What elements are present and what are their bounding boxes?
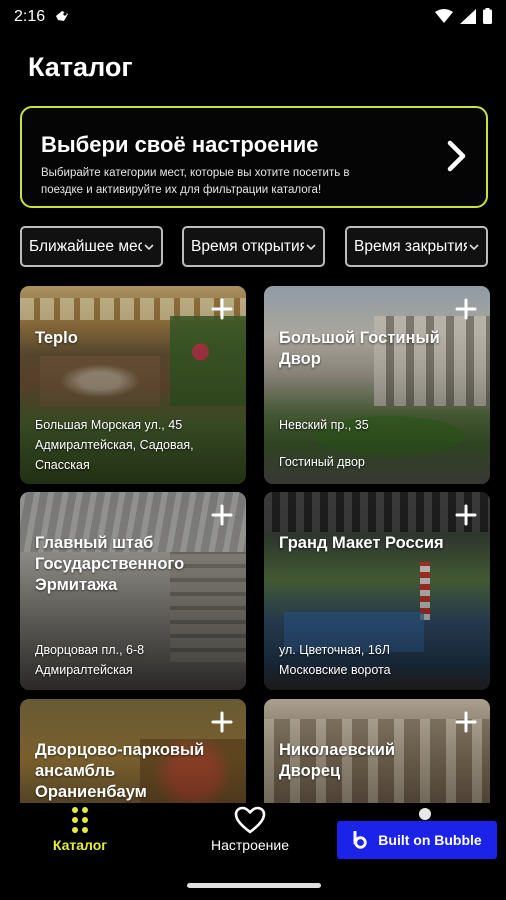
app-notification-icon: [56, 11, 68, 21]
home-indicator: [187, 883, 321, 888]
battery-icon: [483, 8, 492, 24]
mood-banner[interactable]: Выбери своё настроение Выбирайте категор…: [20, 106, 488, 208]
add-icon[interactable]: [211, 711, 233, 733]
place-metro: Гостиный двор: [279, 455, 365, 469]
bubble-badge-label: Built on Bubble: [378, 832, 482, 848]
add-icon[interactable]: [455, 711, 477, 733]
bubble-logo-icon: [353, 831, 367, 849]
place-address: ул. Цветочная, 16Л: [279, 643, 390, 657]
built-on-bubble-badge[interactable]: Built on Bubble: [337, 821, 497, 859]
filter-nearest-place[interactable]: Ближайшее место: [20, 226, 163, 267]
filter-label: Ближайшее место: [29, 237, 142, 255]
place-card[interactable]: Teplo Большая Морская ул., 45 Адмиралтей…: [20, 286, 246, 484]
filter-label: Время открытия: [191, 237, 304, 255]
place-name: Teplo: [35, 329, 78, 347]
status-time: 2:16: [14, 8, 46, 25]
place-name: Большой Гостиный Двор: [279, 329, 440, 368]
filter-opening-time[interactable]: Время открытия: [182, 226, 325, 267]
place-name: Главный штаб Государственного Эрмитажа: [35, 534, 185, 594]
add-icon[interactable]: [455, 504, 477, 526]
bubble-dot: [419, 808, 431, 820]
nav-item-catalog[interactable]: Каталог: [44, 806, 116, 853]
add-icon[interactable]: [455, 298, 477, 320]
chevron-down-icon: [469, 243, 479, 250]
wifi-icon: [435, 9, 453, 23]
page-title: Каталог: [28, 52, 133, 82]
place-address: Невский пр., 35: [279, 418, 369, 432]
heart-icon: [234, 806, 266, 834]
chevron-right-icon: [447, 140, 466, 172]
place-metro: Адмиралтейская: [35, 663, 133, 677]
mood-banner-title: Выбери своё настроение: [41, 132, 319, 157]
grid-dots-icon: [72, 807, 88, 833]
signal-icon: [460, 8, 476, 24]
nav-label-catalog: Каталог: [52, 837, 108, 853]
add-icon[interactable]: [211, 504, 233, 526]
filter-label: Время закрытия: [354, 237, 467, 255]
status-bar: 2:16: [0, 0, 506, 34]
place-metro: Московские ворота: [279, 663, 391, 677]
chevron-down-icon: [144, 243, 154, 250]
add-icon[interactable]: [211, 298, 233, 320]
status-icons: [435, 8, 492, 24]
place-name: Гранд Макет Россия: [279, 534, 444, 552]
place-card[interactable]: Большой Гостиный Двор Невский пр., 35 Го…: [264, 286, 490, 484]
place-name: Дворцово-парковый ансамбль Ораниенбаум: [35, 741, 205, 801]
chevron-down-icon: [306, 243, 316, 250]
filter-closing-time[interactable]: Время закрытия: [345, 226, 488, 267]
place-name: Николаевский Дворец: [279, 741, 396, 780]
place-card[interactable]: Гранд Макет Россия ул. Цветочная, 16Л Мо…: [264, 492, 490, 690]
place-card[interactable]: Главный штаб Государственного Эрмитажа Д…: [20, 492, 246, 690]
place-address: Дворцовая пл., 6-8: [35, 643, 145, 657]
nav-item-mood[interactable]: Настроение: [200, 806, 300, 853]
place-address: Большая Морская ул., 45: [35, 418, 183, 432]
place-metro: Адмиралтейская, Садовая, Спасская: [35, 438, 194, 472]
nav-label-mood: Настроение: [210, 837, 289, 853]
mood-banner-subtitle: Выбирайте категории мест, которые вы хот…: [41, 167, 350, 196]
